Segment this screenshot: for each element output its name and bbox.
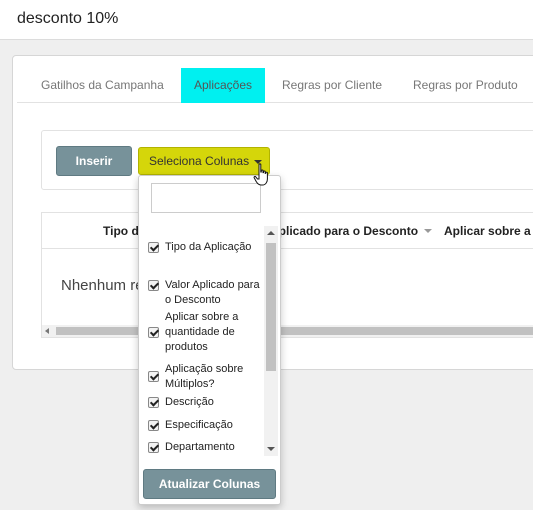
- checkbox-icon[interactable]: [148, 242, 159, 253]
- table-header-tipo[interactable]: Tipo d: [103, 224, 139, 238]
- column-option-label: Aplicação sobre Múltiplos?: [165, 363, 244, 390]
- column-option-label: Tipo da Aplicação: [165, 241, 252, 253]
- column-option-label: Aplicar sobre a quantidade de produtos: [165, 311, 239, 353]
- column-option-label: Descrição: [165, 396, 214, 408]
- checkbox-icon[interactable]: [148, 280, 159, 291]
- hand-pointer-icon: [253, 163, 268, 186]
- sort-icon[interactable]: [424, 229, 432, 233]
- tab-regras-por-produto[interactable]: Regras por Produto: [400, 68, 531, 103]
- data-table: Tipo d Aplicado para o Desconto Aplicar …: [41, 212, 533, 338]
- column-selector-dropdown: Tipo da Aplicação Valor Aplicado para o …: [138, 175, 281, 505]
- table-header: Tipo d Aplicado para o Desconto Aplicar …: [42, 213, 533, 249]
- column-option-label: Valor Aplicado para o Desconto: [165, 279, 260, 306]
- page-header: desconto 10%: [0, 0, 533, 40]
- table-header-aplicado[interactable]: Aplicado para o Desconto: [270, 224, 418, 238]
- scroll-up-icon[interactable]: [267, 231, 275, 235]
- checkbox-icon[interactable]: [148, 371, 159, 382]
- tab-gatilhos-da-campanha[interactable]: Gatilhos da Campanha: [28, 68, 177, 103]
- checkbox-icon[interactable]: [148, 442, 159, 453]
- horizontal-scrollbar[interactable]: [42, 325, 533, 337]
- tab-regras-por-cliente[interactable]: Regras por Cliente: [269, 68, 395, 103]
- vertical-scrollbar[interactable]: [264, 226, 278, 456]
- scroll-left-icon[interactable]: [45, 328, 49, 334]
- scroll-down-icon[interactable]: [267, 447, 275, 451]
- empty-message: Nhenhum re: [61, 277, 144, 294]
- select-columns-label: Seleciona Colunas: [149, 154, 250, 168]
- column-option-label: Departamento: [165, 441, 235, 453]
- horizontal-scroll-thumb[interactable]: [56, 327, 533, 335]
- update-columns-button[interactable]: Atualizar Colunas: [143, 469, 276, 499]
- tab-bar: Gatilhos da Campanha Aplicações Regras p…: [17, 68, 533, 103]
- page-title: desconto 10%: [17, 10, 119, 27]
- column-options-list: Tipo da Aplicação Valor Aplicado para o …: [139, 226, 279, 456]
- table-header-aplicar[interactable]: Aplicar sobre a q: [444, 224, 533, 238]
- vertical-scroll-thumb[interactable]: [266, 243, 276, 371]
- column-search-input[interactable]: [151, 183, 261, 213]
- checkbox-icon[interactable]: [148, 397, 159, 408]
- tab-aplicacoes[interactable]: Aplicações: [181, 68, 266, 103]
- column-option-label: Especificação: [165, 419, 233, 431]
- insert-button[interactable]: Inserir: [56, 146, 132, 176]
- checkbox-icon[interactable]: [148, 420, 159, 431]
- checkbox-icon[interactable]: [148, 327, 159, 338]
- select-columns-button[interactable]: Seleciona Colunas: [138, 147, 270, 175]
